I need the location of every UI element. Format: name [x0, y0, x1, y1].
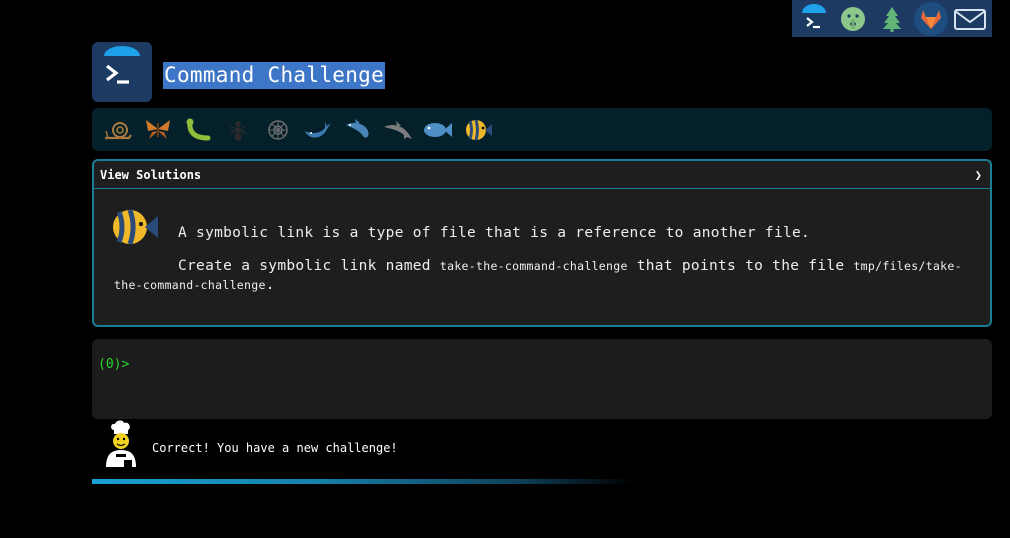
view-solutions-label: View Solutions — [100, 167, 202, 182]
level-caterpillar[interactable] — [178, 113, 218, 147]
shark-icon — [346, 118, 369, 138]
level-selector — [92, 108, 992, 151]
level-butterfly[interactable] — [138, 113, 178, 147]
dolphin-icon — [384, 120, 412, 139]
mail-button[interactable] — [953, 2, 987, 36]
tree-icon — [882, 6, 901, 32]
ant-icon — [229, 120, 247, 141]
envelope-icon — [954, 8, 987, 30]
link-name-code: take-the-command-challenge — [439, 259, 628, 273]
shell-icon — [268, 119, 288, 140]
progress-bar — [92, 479, 632, 484]
task-text: . — [265, 277, 275, 293]
level-shark[interactable] — [338, 113, 378, 147]
shush-face-icon — [840, 6, 865, 31]
chef-avatar-icon — [106, 420, 136, 467]
tropical-fish-icon — [466, 119, 492, 140]
shush-button[interactable] — [836, 2, 870, 36]
caterpillar-icon — [186, 118, 211, 140]
terminal-button[interactable] — [797, 2, 831, 36]
top-toolbar — [792, 0, 992, 37]
task-text: that points to the file — [627, 258, 854, 274]
tree-button[interactable] — [875, 2, 909, 36]
level-fish[interactable] — [418, 113, 458, 147]
gitlab-icon — [921, 9, 942, 29]
task-text: Create a symbolic link named — [178, 258, 440, 274]
terminal-input-area[interactable]: (0)> — [92, 339, 992, 419]
terminal-umbrella-icon — [104, 46, 140, 84]
challenge-intro: A symbolic link is a type of file that i… — [178, 225, 811, 241]
butterfly-icon — [146, 119, 170, 139]
level-shell[interactable] — [258, 113, 298, 147]
chevron-right-icon: ❯ — [974, 167, 982, 182]
level-whale[interactable] — [298, 113, 338, 147]
whale-icon — [305, 121, 331, 138]
level-ant[interactable] — [218, 113, 258, 147]
snail-icon — [105, 121, 132, 139]
level-snail[interactable] — [98, 113, 138, 147]
gitlab-button[interactable] — [914, 1, 949, 36]
level-dolphin[interactable] — [378, 113, 418, 147]
app-logo[interactable] — [92, 42, 152, 102]
fish-icon — [424, 122, 452, 137]
challenge-task: Create a symbolic link named take-the-co… — [114, 257, 972, 295]
view-solutions-toggle[interactable]: View Solutions ❯ — [94, 161, 990, 189]
challenge-panel: View Solutions ❯ A symbolic link is a ty… — [92, 159, 992, 327]
feedback-message: Correct! You have a new challenge! — [152, 441, 398, 455]
level-tropical-fish[interactable] — [458, 113, 498, 147]
page-title: Command Challenge — [163, 62, 386, 89]
terminal-umbrella-icon — [801, 3, 826, 28]
terminal-prompt: (0)> — [98, 357, 130, 372]
tropical-fish-icon — [113, 209, 158, 245]
